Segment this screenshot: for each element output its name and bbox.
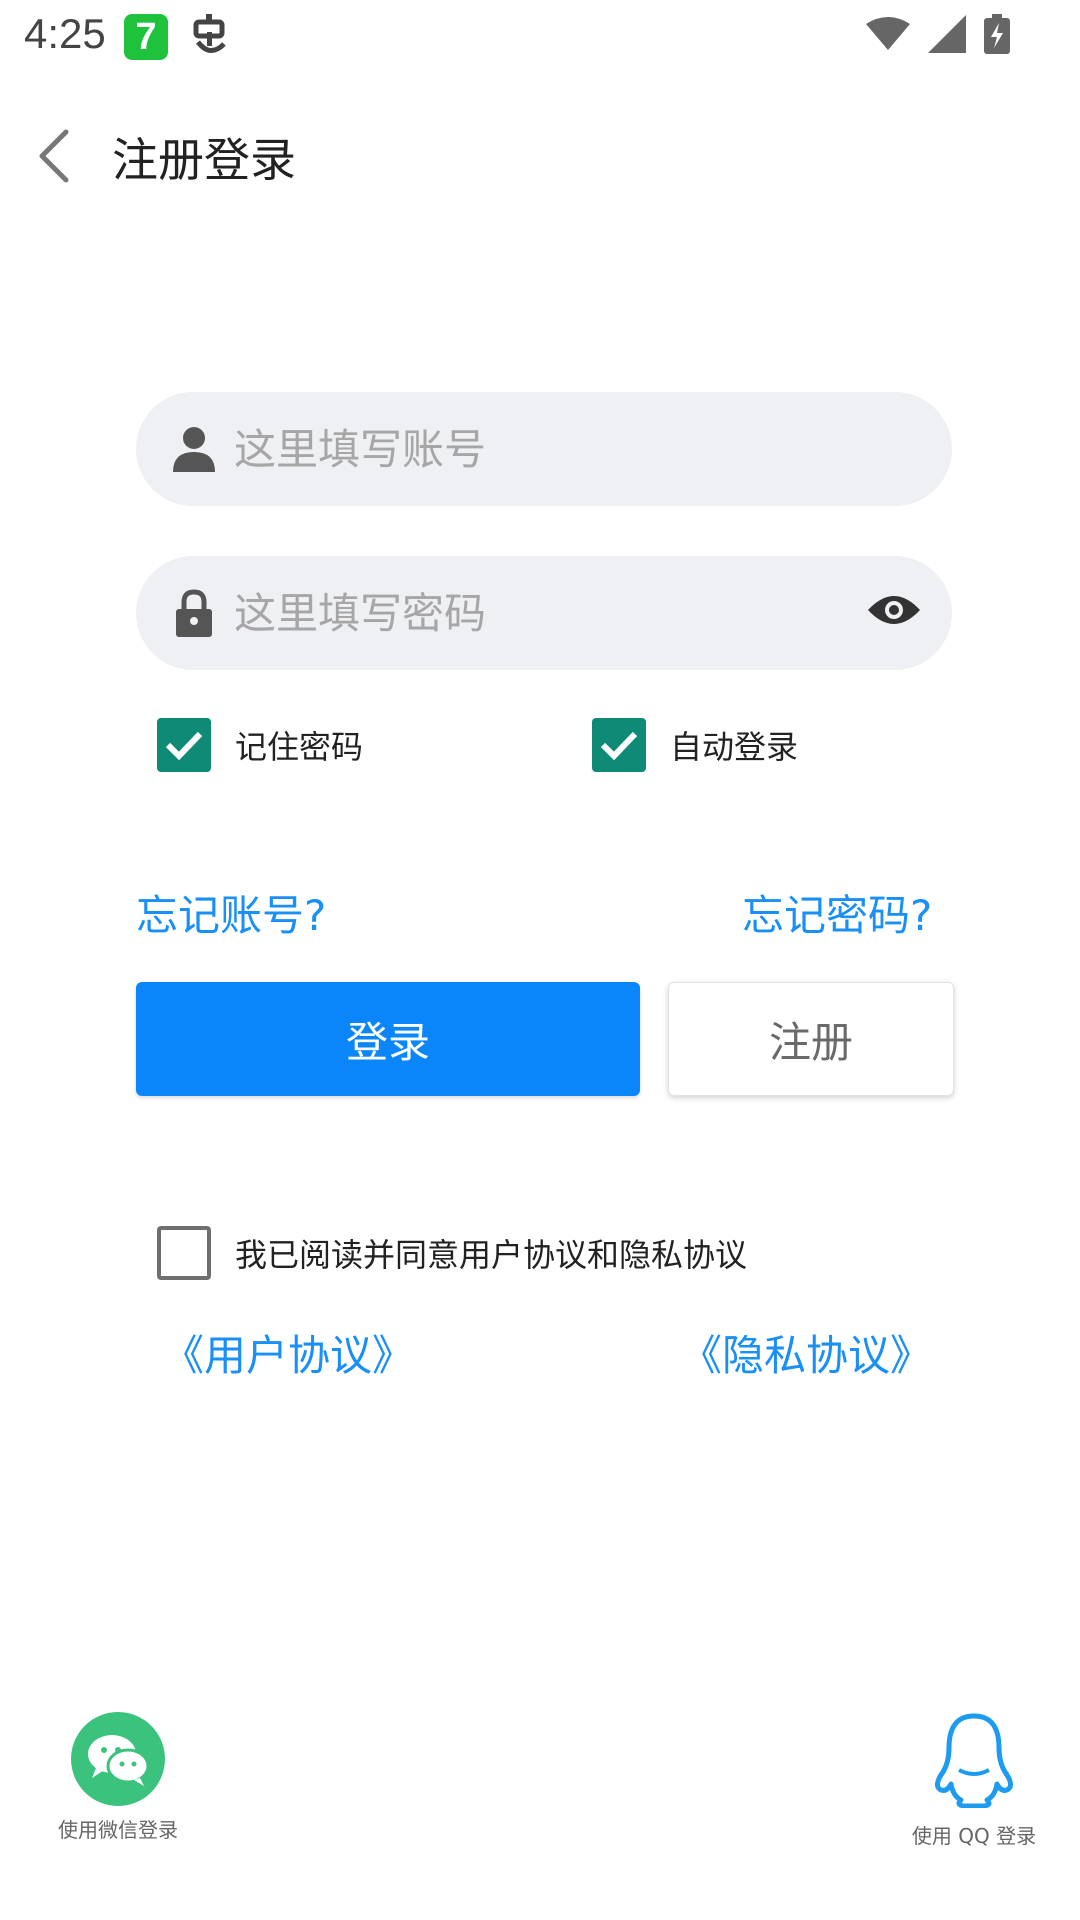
forgot-account-link[interactable]: 忘记账号? [136,882,326,943]
agreement-checkbox[interactable] [157,1226,211,1280]
account-field[interactable] [136,392,952,506]
lock-icon [170,589,218,637]
app-notification-icon: 7 [124,14,168,60]
privacy-agreement-link[interactable]: 《隐私协议》 [680,1322,932,1383]
status-time: 4:25 [24,10,106,57]
remember-password-checkbox[interactable] [157,718,211,772]
agreement-label: 我已阅读并同意用户协议和隐私协议 [235,1236,748,1274]
auto-login-option[interactable]: 自动登录 [592,718,798,772]
chevron-left-icon[interactable] [34,128,74,188]
page-title: 注册登录 [112,133,296,187]
battery-charging-icon [984,14,1010,58]
status-icons [866,14,1010,58]
signal-icon [928,15,966,57]
check-icon [165,731,203,761]
debug-bug-icon [190,12,230,60]
status-bar: 4:25 7 [0,0,1080,76]
wechat-icon [71,1712,165,1806]
wechat-login-button[interactable]: 使用微信登录 [48,1712,188,1843]
check-icon [600,731,638,761]
eye-icon[interactable] [866,590,922,634]
wifi-icon [866,16,910,56]
qq-login-button[interactable]: 使用 QQ 登录 [904,1712,1044,1849]
user-agreement-link[interactable]: 《用户协议》 [162,1322,414,1383]
forgot-password-link[interactable]: 忘记密码? [742,882,932,943]
auto-login-label: 自动登录 [670,728,799,766]
password-input[interactable] [232,587,836,639]
auto-login-checkbox[interactable] [592,718,646,772]
wechat-login-label: 使用微信登录 [58,1818,178,1842]
user-icon [170,425,218,473]
remember-password-label: 记住密码 [235,728,364,766]
agreement-option[interactable]: 我已阅读并同意用户协议和隐私协议 [157,1226,747,1280]
qq-login-label: 使用 QQ 登录 [911,1824,1037,1848]
register-button[interactable]: 注册 [668,982,954,1096]
app-notification-glyph: 7 [135,15,157,58]
qq-penguin-icon [929,1712,1019,1812]
login-button[interactable]: 登录 [136,982,640,1096]
account-input[interactable] [232,423,836,475]
password-field[interactable] [136,556,952,670]
remember-password-option[interactable]: 记住密码 [157,718,363,772]
